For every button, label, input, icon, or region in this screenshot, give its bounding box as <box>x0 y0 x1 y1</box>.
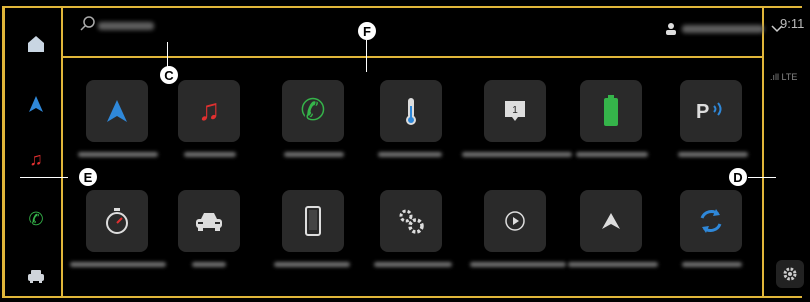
music-icon: ♫ <box>29 149 43 169</box>
home-icon <box>28 36 44 52</box>
infotainment-screen: ♫ ✆ ♫ ✆ 1 P 9:11 .ıll LTE C F E D <box>0 0 810 302</box>
app-tile-android-auto[interactable] <box>580 190 642 252</box>
callout-line-e <box>20 177 68 178</box>
frame-border-left <box>2 8 5 298</box>
settings-button[interactable] <box>776 260 804 288</box>
svg-text:P: P <box>696 101 709 123</box>
signal-bars-icon: .ıll <box>770 72 779 82</box>
app-tile-device[interactable] <box>282 190 344 252</box>
app-tile-timer[interactable] <box>86 190 148 252</box>
app-label <box>682 262 742 267</box>
search-input-text <box>98 22 154 30</box>
app-label <box>576 152 648 157</box>
timer-icon <box>106 208 128 234</box>
signal-indicator: .ıll LTE <box>770 72 797 82</box>
app-label <box>374 262 452 267</box>
app-label <box>70 262 166 267</box>
status-panel: 9:11 .ıll LTE <box>770 8 810 298</box>
app-tile-parking[interactable]: P <box>680 80 742 142</box>
network-type: LTE <box>781 72 798 82</box>
callout-e: E <box>79 168 97 186</box>
app-tile-climate[interactable] <box>380 80 442 142</box>
callout-c: C <box>160 66 178 84</box>
callout-d: D <box>729 168 747 186</box>
car-icon <box>28 270 44 283</box>
app-tile-notifications[interactable]: 1 <box>484 80 546 142</box>
sidebar-item-car[interactable] <box>24 264 48 288</box>
battery-icon <box>604 95 618 126</box>
svg-text:1: 1 <box>512 105 518 116</box>
app-tile-battery[interactable] <box>580 80 642 142</box>
app-tile-music[interactable]: ♫ <box>178 80 240 142</box>
search-icon <box>80 16 95 31</box>
android-auto-icon <box>602 213 620 229</box>
search-bar[interactable] <box>66 8 783 54</box>
music-icon: ♫ <box>197 94 221 127</box>
app-label <box>470 262 566 267</box>
app-label <box>192 262 226 267</box>
app-label <box>78 152 158 157</box>
parking-icon: P <box>696 101 722 123</box>
app-tile-settings[interactable] <box>380 190 442 252</box>
app-tile-refresh[interactable] <box>680 190 742 252</box>
callout-line-d <box>748 177 776 178</box>
navigation-icon <box>29 96 43 112</box>
sidebar-item-music[interactable]: ♫ <box>24 147 48 171</box>
phone-device-icon <box>305 206 321 236</box>
app-tile-vehicle[interactable] <box>178 190 240 252</box>
app-grid: ♫ ✆ 1 P <box>66 62 761 294</box>
app-label <box>378 152 442 157</box>
app-tile-navigation[interactable] <box>86 80 148 142</box>
app-tile-phone[interactable]: ✆ <box>282 80 344 142</box>
callout-f: F <box>358 22 376 40</box>
car-icon <box>196 213 222 231</box>
frame-divider-sidebar <box>61 8 63 298</box>
refresh-icon <box>700 209 722 233</box>
app-label <box>284 152 344 157</box>
navigation-icon <box>107 100 127 122</box>
frame-divider-right <box>762 8 764 298</box>
app-label <box>462 152 572 157</box>
app-tile-media-play[interactable] <box>484 190 546 252</box>
sidebar-item-phone[interactable]: ✆ <box>24 207 48 231</box>
sidebar-item-home[interactable] <box>24 32 48 56</box>
app-label <box>274 262 350 267</box>
climate-icon <box>406 98 416 125</box>
clock: 9:11 <box>780 16 805 31</box>
callout-line-c <box>167 42 168 68</box>
app-label <box>184 152 236 157</box>
sidebar-item-navigation[interactable] <box>24 92 48 116</box>
app-label <box>568 262 658 267</box>
phone-icon: ✆ <box>28 209 44 229</box>
gear-icon <box>783 267 797 281</box>
callout-line-f <box>366 40 367 72</box>
play-icon <box>505 211 525 231</box>
phone-icon: ✆ <box>300 94 326 127</box>
settings-icon <box>399 209 424 234</box>
sidebar: ♫ ✆ <box>10 12 60 298</box>
user-name <box>682 25 764 33</box>
notification-icon: 1 <box>505 101 525 121</box>
user-icon <box>666 23 676 35</box>
frame-border-bottom <box>2 296 802 298</box>
app-label <box>678 152 748 157</box>
